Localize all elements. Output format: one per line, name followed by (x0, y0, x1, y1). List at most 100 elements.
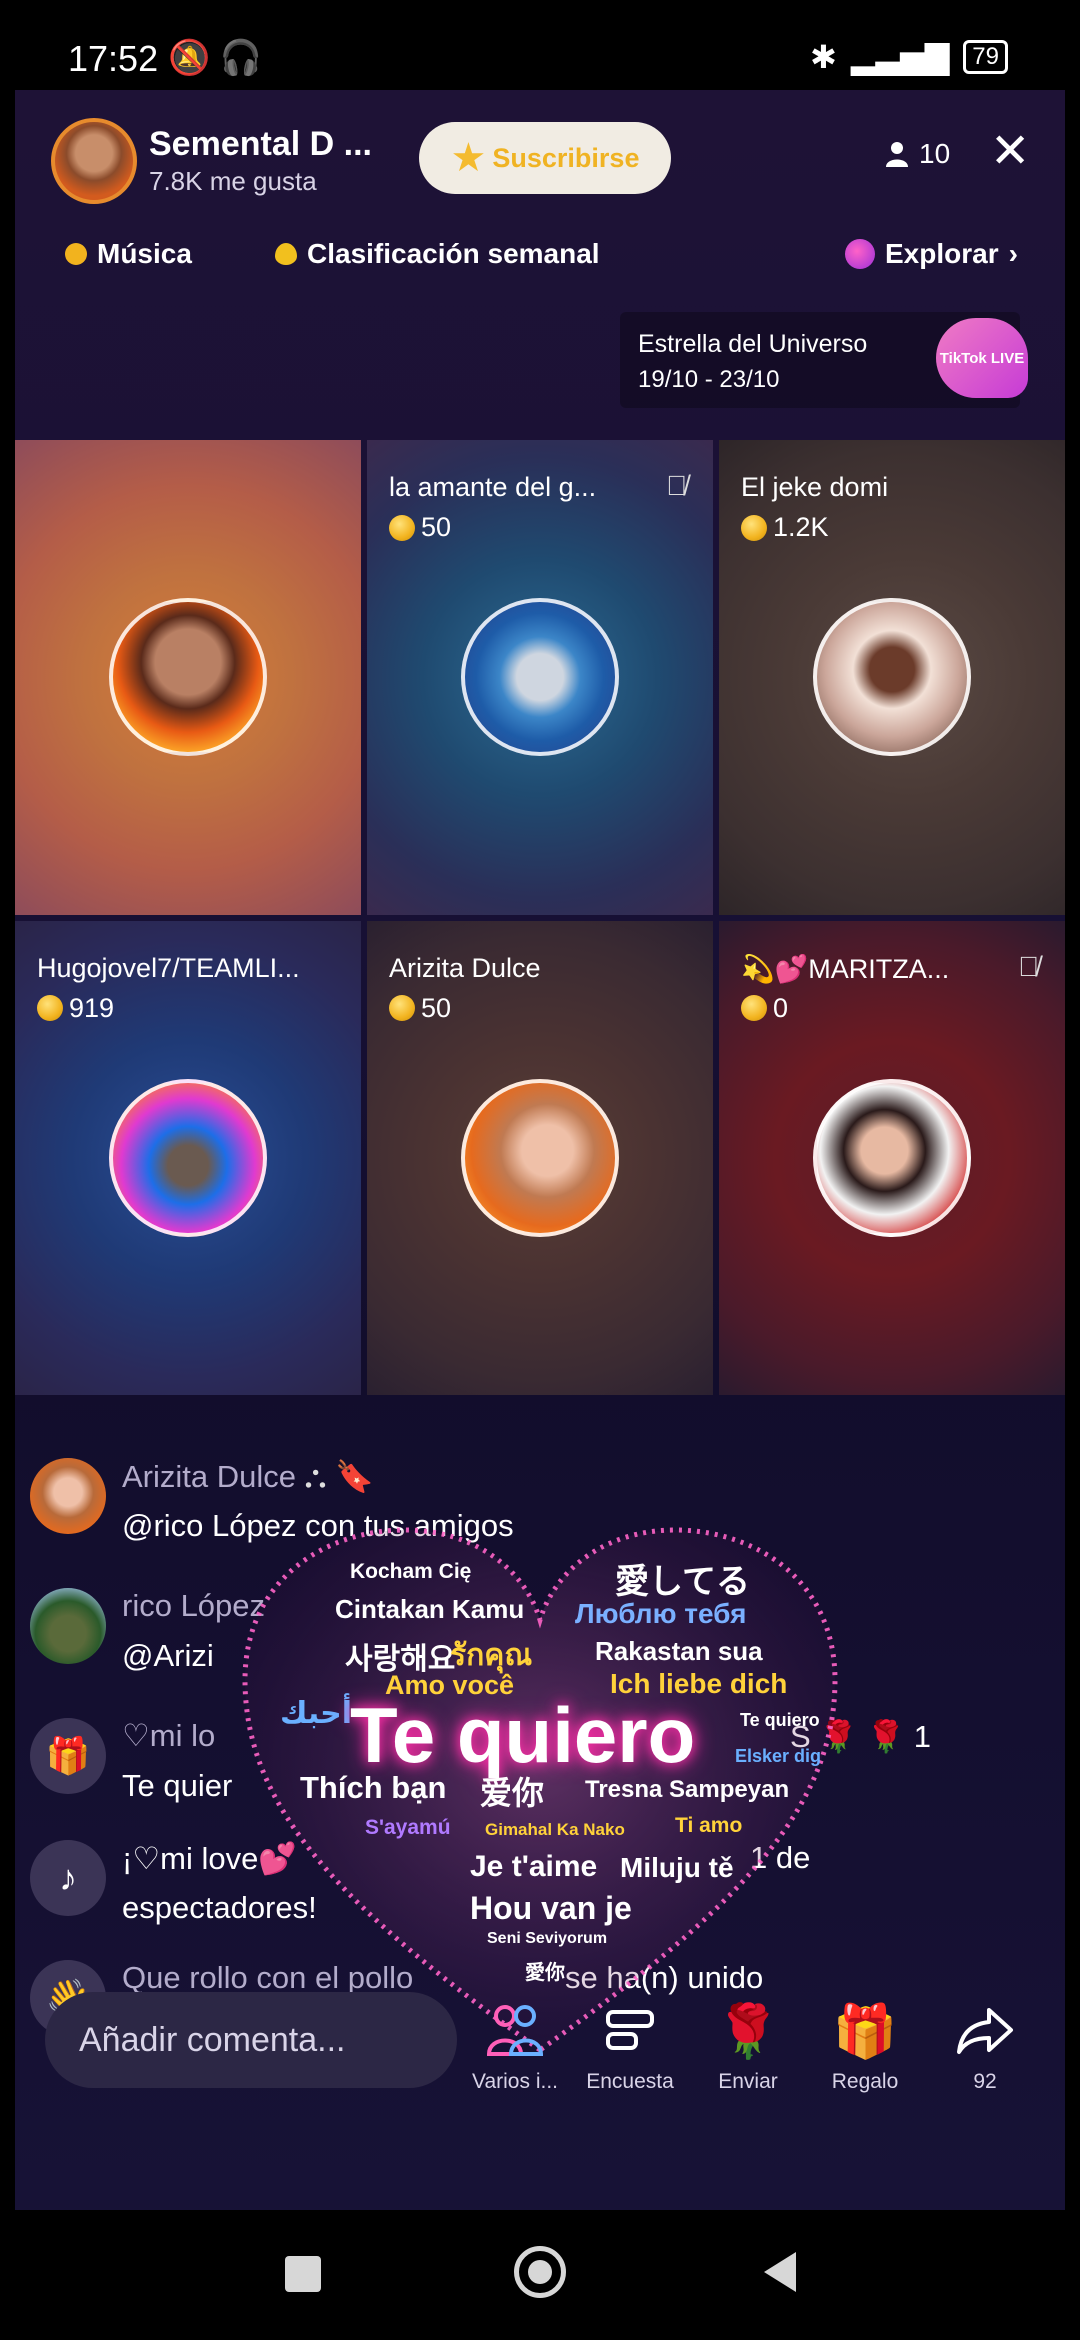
signal-icon: ▂▃▅▇ (850, 39, 950, 75)
chat-avatar[interactable] (30, 1588, 106, 1664)
mute-icon: 🔕 (168, 39, 211, 77)
music-label: Música (97, 238, 192, 269)
guest-tile-host[interactable] (15, 440, 361, 915)
host-avatar[interactable] (51, 118, 137, 204)
coin-icon (741, 995, 767, 1021)
guest-tile-4[interactable]: Hugojovel7/TEAMLI... 919 (15, 920, 361, 1395)
host-name: Semental D ... (149, 125, 372, 163)
guest-coins: 50 (389, 993, 451, 1024)
bluetooth-icon: ✱ (810, 39, 837, 75)
multi-guest-label: Varios i... (472, 2070, 558, 2093)
guest-tile-6[interactable]: 💫💕MARITZA... 🎙̸ 0 (719, 920, 1065, 1395)
guest-avatar[interactable] (109, 1078, 267, 1237)
guest-avatar[interactable] (461, 598, 619, 757)
gift-label: Regalo (831, 2070, 899, 2093)
star-icon: ★ (450, 136, 487, 180)
status-time: 17:52 (68, 38, 159, 79)
explore-label: Explorar (885, 238, 999, 269)
chat-username: Arizita Dulce ⛬ 🔖 (122, 1459, 374, 1494)
event-banner[interactable]: Estrella del Universo 19/10 - 23/10 TikT… (620, 312, 1028, 408)
host-likes: 7.8K me gusta (149, 166, 317, 196)
headset-icon: 🎧 (219, 39, 263, 77)
viewer-count: 10 (919, 138, 951, 169)
multi-guest-button[interactable]: Varios i... (460, 2002, 570, 2094)
back-button[interactable] (760, 2250, 800, 2299)
team-badge-icon: ⛬ (304, 1459, 335, 1494)
explore-chip[interactable]: Explorar › (845, 238, 1018, 270)
multi-guest-icon (460, 2002, 570, 2066)
guest-name: El jeke domi (741, 472, 889, 502)
guest-coins: 0 (741, 993, 788, 1024)
viewer-count-button[interactable]: 10 (885, 138, 950, 170)
poll-icon (575, 2002, 685, 2066)
chat-text: @rico López con tus amigos (122, 1508, 514, 1543)
chat-avatar[interactable] (30, 1458, 106, 1534)
chat-join-suffix: se ha(n) unido (565, 1960, 764, 1995)
ranking-icon (275, 243, 297, 265)
guest-coin-count: 50 (421, 512, 452, 542)
android-nav-bar (0, 2210, 1080, 2340)
recents-button[interactable] (285, 2256, 321, 2292)
chat-username: ♡mi lo (122, 1718, 216, 1753)
guest-coin-count: 919 (69, 992, 115, 1023)
guest-name: Arizita Dulce (389, 952, 541, 983)
status-bar: 17:52 🔕 🎧 ✱ ▂▃▅▇ 79 (0, 0, 1080, 90)
guest-coin-count: 0 (773, 992, 789, 1023)
coin-icon (389, 514, 415, 541)
gift-button[interactable]: 🎁 Regalo (810, 2002, 920, 2094)
tiktok-live-badge: TikTok LIVE (936, 318, 1028, 398)
subscribe-label: Suscribirse (492, 142, 640, 173)
status-right-icons: ✱ ▂▃▅▇ 79 (810, 38, 1008, 76)
send-rose-button[interactable]: 🌹 Enviar (693, 2002, 803, 2094)
guest-tile-2[interactable]: la amante del g... 🎙̸ 50 (367, 440, 713, 915)
send-label: Enviar (718, 2070, 778, 2093)
event-dates: 19/10 - 23/10 (638, 366, 780, 393)
music-icon (65, 243, 87, 265)
multi-guest-grid: la amante del g... 🎙̸ 50 El jeke domi 1.… (15, 440, 1065, 1395)
comment-input[interactable]: Añadir comenta... (45, 1992, 457, 2088)
guest-name: la amante del g... (389, 472, 597, 502)
chat-text-suffix: 1 de (750, 1840, 811, 1875)
guest-coins: 919 (37, 993, 114, 1024)
explore-icon (845, 239, 875, 269)
event-title: Estrella del Universo (638, 330, 868, 358)
chat-text: Te quier (122, 1768, 233, 1803)
guest-avatar[interactable] (813, 1078, 971, 1237)
coin-icon (741, 514, 767, 541)
guest-coin-count: 1.2K (773, 512, 829, 542)
guest-coins: 50 (389, 512, 451, 543)
mic-off-icon: 🎙̸ (666, 470, 687, 501)
battery-icon: 79 (963, 40, 1008, 74)
guest-avatar[interactable] (813, 598, 971, 757)
rank-badge-icon: 🔖 (334, 1459, 374, 1494)
chat-text-line2: espectadores! (122, 1890, 317, 1925)
poll-label: Encuesta (586, 2070, 674, 2093)
guest-avatar[interactable] (109, 598, 267, 757)
share-icon (930, 2002, 1040, 2066)
share-button[interactable]: 92 (930, 2002, 1040, 2094)
close-icon[interactable]: ✕ (990, 128, 1030, 176)
home-button[interactable] (514, 2246, 566, 2298)
person-icon (886, 142, 908, 167)
guest-avatar[interactable] (461, 1078, 619, 1237)
mic-off-icon: 🎙̸ (1018, 950, 1039, 982)
guest-tile-3[interactable]: El jeke domi 1.2K (719, 440, 1065, 915)
chevron-right-icon: › (1008, 238, 1018, 269)
subscribe-button[interactable]: ★ Suscribirse (419, 122, 671, 194)
chat-gift-summary: S 🌹 🌹 1 (790, 1719, 931, 1754)
chat-text: @Arizi (122, 1638, 214, 1673)
chat-text: ¡♡mi love💕 (122, 1841, 297, 1876)
coin-icon (37, 995, 63, 1021)
guest-tile-5[interactable]: Arizita Dulce 50 (367, 920, 713, 1395)
weekly-ranking-chip[interactable]: Clasificación semanal (275, 238, 600, 270)
gift-box-icon: 🎁 (832, 2003, 898, 2061)
ranking-label: Clasificación semanal (307, 238, 600, 269)
bottom-bar: Añadir comenta... Varios i... Encuesta 🌹… (15, 1992, 1065, 2120)
coin-icon (389, 995, 415, 1021)
share-count: 92 (973, 2070, 997, 2093)
poll-button[interactable]: Encuesta (575, 2002, 685, 2094)
chat-username: rico López (122, 1588, 266, 1623)
music-chip[interactable]: Música (65, 238, 192, 270)
guest-name: 💫💕MARITZA... (741, 953, 950, 984)
host-profile[interactable]: Semental D ... 7.8K me gusta (51, 118, 372, 204)
